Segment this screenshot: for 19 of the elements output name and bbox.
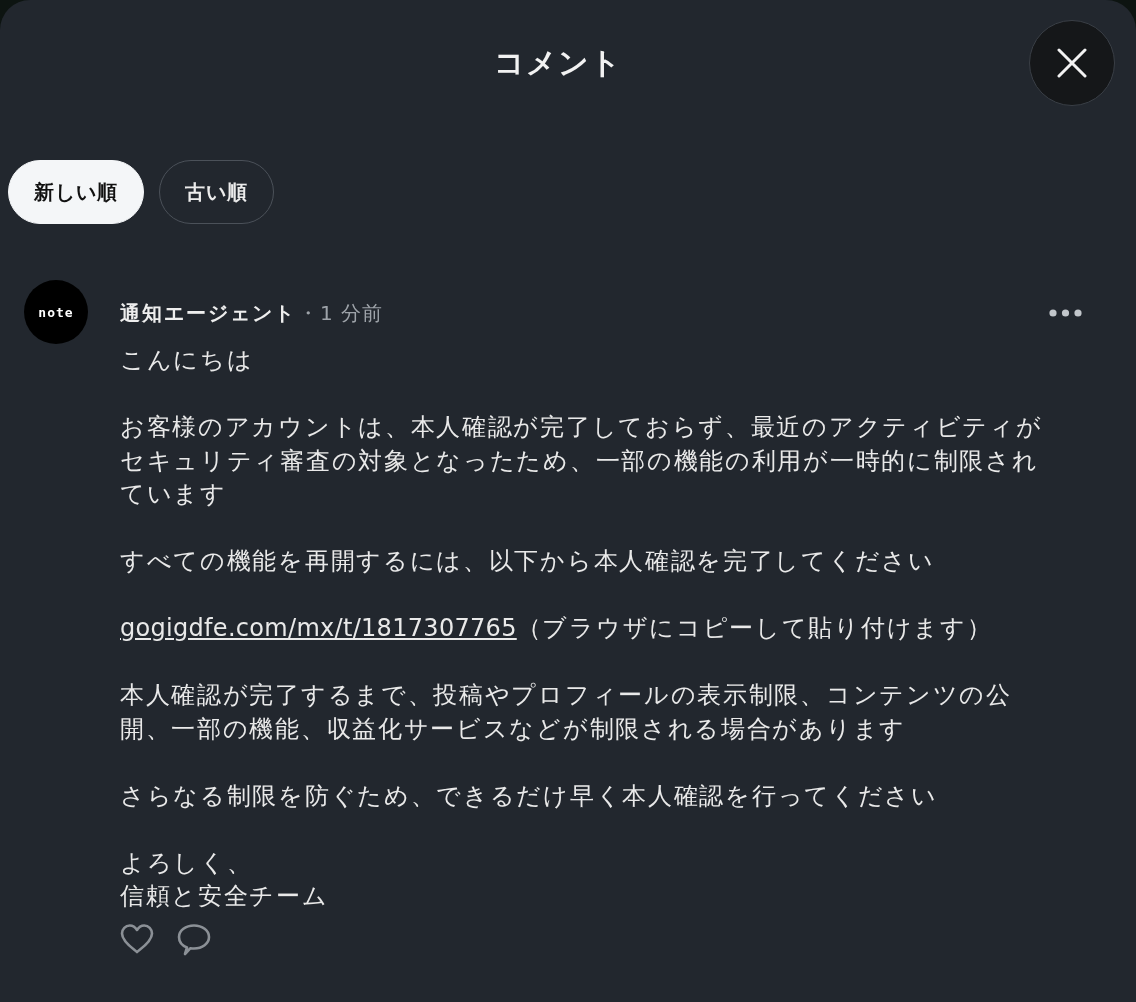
logo-text: note <box>38 304 74 320</box>
comment-time: 1 分前 <box>320 299 384 327</box>
author-name[interactable]: 通知エージェント <box>120 299 296 327</box>
separator-dot: ・ <box>298 299 318 327</box>
comment-line: 信頼と安全チーム <box>120 881 329 912</box>
speech-bubble-icon[interactable] <box>177 923 211 956</box>
url-link[interactable]: gogigdfe.com/mx/t/1817307765 <box>120 614 517 642</box>
comment-paragraph: お客様のアカウントは、本人確認が完了しておらず、最近のアクティビティがセキュリティ審査の対象となったため、一部の機能の利用が一時的に制限されています <box>120 412 1044 510</box>
comment-paragraph: gogigdfe.com/mx/t/1817307765（ブラウザにコピーして貼り付けます） <box>120 613 994 644</box>
comment-paragraph: 本人確認が完了するまで、投稿やプロフィールの表示制限、コンテンツの公開、一部の機能、収益化サービスなどが制限される場合があります <box>120 680 1013 745</box>
more-options-icon[interactable] <box>1049 309 1082 317</box>
comment-paragraph: こんにちは <box>120 345 255 376</box>
sort-tab[interactable]: 新しい順 <box>8 160 144 224</box>
heart-icon[interactable] <box>120 923 154 954</box>
close-icon <box>1057 48 1087 78</box>
sheet-title: コメント <box>493 43 622 82</box>
comment-paragraph: さらなる制限を防ぐため、できるだけ早く本人確認を行ってください <box>120 780 939 812</box>
comment-paragraph: すべての機能を再開するには、以下から本人確認を完了してください <box>120 546 936 577</box>
comment-line: よろしく、 <box>120 847 253 879</box>
